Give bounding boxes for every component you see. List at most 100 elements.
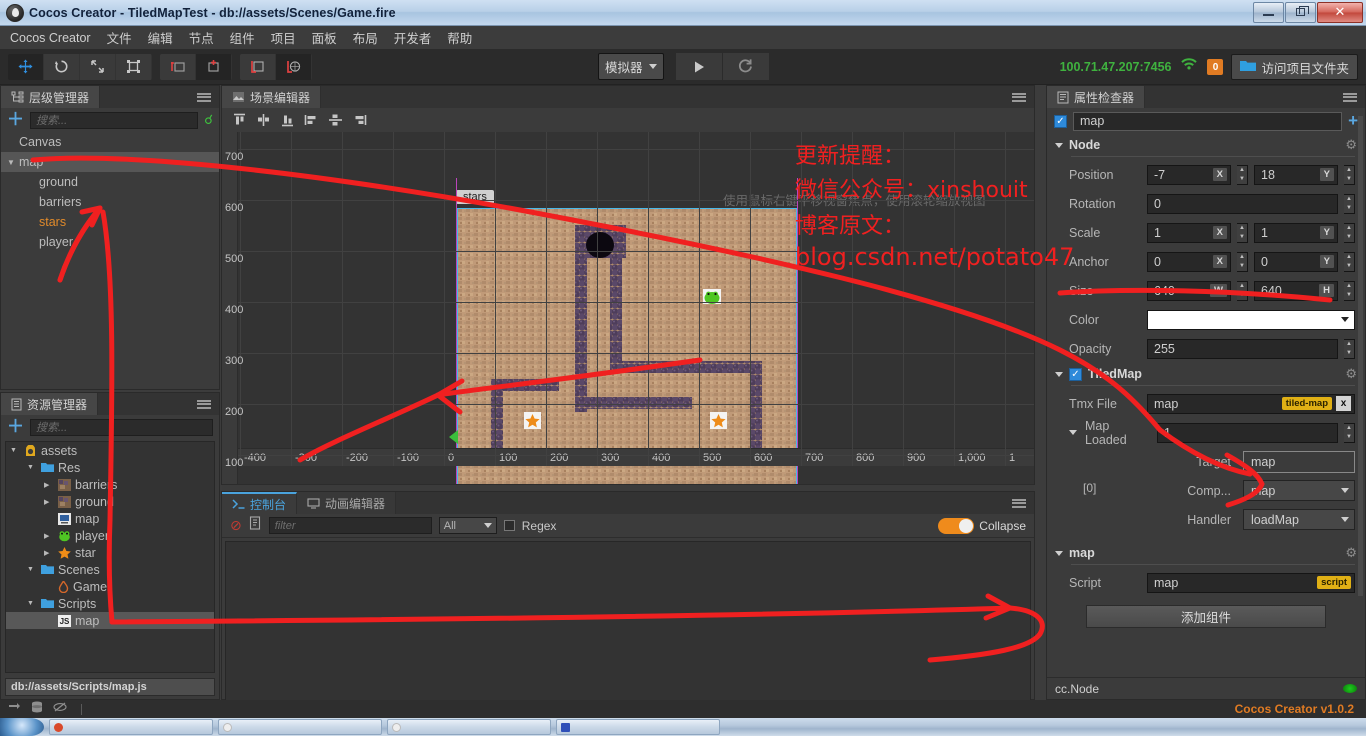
asset-node-player[interactable]: ▶ player xyxy=(6,527,214,544)
property-field-y[interactable]: 18 Y xyxy=(1254,164,1338,185)
asset-node-Scenes[interactable]: ▼ Scenes xyxy=(6,561,214,578)
property-field-x[interactable]: 640 W xyxy=(1147,280,1231,301)
minimize-button[interactable] xyxy=(1253,1,1284,23)
chevron-down-icon[interactable]: ▼ xyxy=(27,600,37,607)
center-tool-icon[interactable] xyxy=(196,53,231,80)
chevron-right-icon[interactable]: ▶ xyxy=(44,532,54,540)
collapse-toggle[interactable] xyxy=(938,517,975,534)
console-log-area[interactable] xyxy=(225,541,1031,701)
script-section-header[interactable]: map ⚙ xyxy=(1047,542,1365,564)
message-count-badge[interactable]: 0 xyxy=(1207,59,1224,75)
align-top-icon[interactable] xyxy=(228,111,250,129)
property-stepper-x[interactable]: ▲ ▼ xyxy=(1237,222,1248,243)
hierarchy-search-input[interactable]: 搜索... xyxy=(30,111,199,129)
console-level-dropdown[interactable]: All xyxy=(438,517,497,534)
menu-item-panel[interactable]: 面板 xyxy=(304,26,345,49)
asset-node-star[interactable]: ▶ star xyxy=(6,544,214,561)
align-center-v-icon[interactable] xyxy=(324,111,346,129)
align-right-icon[interactable] xyxy=(348,111,370,129)
property-stepper[interactable]: ▲ ▼ xyxy=(1344,193,1355,214)
asset-node-Scripts[interactable]: ▼ Scripts xyxy=(6,595,214,612)
tiledmap-section-header[interactable]: ✓ TiledMap ⚙ xyxy=(1047,363,1365,385)
color-swatch[interactable] xyxy=(1147,309,1355,330)
taskbar-item[interactable] xyxy=(49,719,213,735)
scene-canvas[interactable]: stars 使用鼠标右键平移视窗焦点，使用滚轮缩放视图 -400 -300 -2… xyxy=(238,132,1034,484)
local-coord-tool-icon[interactable] xyxy=(240,53,275,80)
property-stepper-x[interactable]: ▲ ▼ xyxy=(1237,251,1248,272)
hierarchy-node-barriers[interactable]: barriers xyxy=(1,192,219,212)
gear-icon[interactable]: ⚙ xyxy=(1345,545,1357,561)
hide-icon[interactable] xyxy=(53,700,67,718)
align-bottom-icon[interactable] xyxy=(276,111,298,129)
tab-hierarchy[interactable]: 层级管理器 xyxy=(1,86,101,108)
taskbar-item[interactable] xyxy=(556,719,720,735)
chevron-down-icon[interactable]: ▼ xyxy=(27,464,37,471)
add-asset-button[interactable]: ＋ xyxy=(7,418,24,435)
move-tool-icon[interactable] xyxy=(8,53,43,80)
scale-tool-icon[interactable] xyxy=(80,53,115,80)
chevron-right-icon[interactable]: ▶ xyxy=(44,549,54,557)
align-middle-h-icon[interactable] xyxy=(252,111,274,129)
property-field-y[interactable]: 640 H xyxy=(1254,280,1338,301)
add-property-button[interactable]: + xyxy=(1348,112,1358,129)
property-stepper-y[interactable]: ▲ ▼ xyxy=(1344,251,1355,272)
tab-animation-editor[interactable]: 动画编辑器 xyxy=(297,492,397,514)
taskbar-item[interactable] xyxy=(387,719,551,735)
add-node-button[interactable]: ＋ xyxy=(7,111,24,128)
asset-node-assets[interactable]: ▼ assets xyxy=(6,442,214,459)
visibility-icon[interactable] xyxy=(1343,684,1357,693)
menu-item-project[interactable]: 项目 xyxy=(263,26,304,49)
gear-icon[interactable]: ⚙ xyxy=(1345,137,1357,153)
target-field[interactable]: map xyxy=(1243,450,1355,473)
property-field-x[interactable]: -7 X xyxy=(1147,164,1231,185)
play-button[interactable] xyxy=(675,53,722,80)
property-field[interactable]: 255 xyxy=(1147,338,1338,359)
hierarchy-node-ground[interactable]: ground xyxy=(1,172,219,192)
menu-item-developer[interactable]: 开发者 xyxy=(386,26,440,49)
property-field-x[interactable]: 1X xyxy=(1147,222,1231,243)
map-loaded-field[interactable]: 1 xyxy=(1157,422,1338,443)
link-icon[interactable]: ☌ xyxy=(204,112,213,128)
handler-dropdown[interactable]: loadMap xyxy=(1243,509,1355,530)
menu-item-node[interactable]: 节点 xyxy=(181,26,222,49)
chevron-down-icon[interactable]: ▼ xyxy=(7,158,19,167)
map-loaded-stepper[interactable]: ▲ ▼ xyxy=(1344,422,1355,443)
add-component-button[interactable]: 添加组件 xyxy=(1086,605,1326,628)
property-stepper-y[interactable]: ▲ ▼ xyxy=(1344,222,1355,243)
script-field[interactable]: map script xyxy=(1147,572,1355,593)
tiledmap-enabled-checkbox[interactable]: ✓ xyxy=(1069,367,1082,381)
rotate-tool-icon[interactable] xyxy=(44,53,79,80)
asset-node-map[interactable]: map xyxy=(6,510,214,527)
tab-console[interactable]: 控制台 xyxy=(222,492,298,514)
gear-icon[interactable]: ⚙ xyxy=(1345,366,1357,382)
component-dropdown[interactable]: map xyxy=(1243,480,1355,501)
asset-node-Res[interactable]: ▼ Res xyxy=(6,459,214,476)
menu-item-component[interactable]: 组件 xyxy=(222,26,263,49)
asset-node-Game[interactable]: Game xyxy=(6,578,214,595)
align-left-icon[interactable] xyxy=(300,111,322,129)
property-field-y[interactable]: 1Y xyxy=(1254,222,1338,243)
database-icon[interactable] xyxy=(31,700,43,718)
asset-node-map[interactable]: JS map xyxy=(6,612,214,629)
pivot-tool-icon[interactable] xyxy=(160,53,195,80)
chevron-down-icon[interactable]: ▼ xyxy=(27,566,37,573)
tmx-file-field[interactable]: map tiled-map x xyxy=(1147,393,1355,414)
chevron-right-icon[interactable]: ▶ xyxy=(44,498,54,506)
hierarchy-node-player[interactable]: player xyxy=(1,232,219,252)
node-enabled-checkbox[interactable]: ✓ xyxy=(1054,114,1067,128)
menu-item-cocos[interactable]: Cocos Creator xyxy=(8,29,99,47)
taskbar-item[interactable] xyxy=(218,719,382,735)
tab-assets[interactable]: 资源管理器 xyxy=(1,393,99,415)
assets-menu-button[interactable] xyxy=(189,393,219,415)
hierarchy-menu-button[interactable] xyxy=(189,86,219,108)
asset-node-ground[interactable]: ▶ ground xyxy=(6,493,214,510)
property-stepper-y[interactable]: ▲ ▼ xyxy=(1344,164,1355,185)
scene-viewport[interactable]: stars 使用鼠标右键平移视窗焦点，使用滚轮缩放视图 -400 -300 -2… xyxy=(222,132,1034,484)
node-name-input[interactable]: map xyxy=(1073,111,1343,131)
property-stepper-x[interactable]: ▲ ▼ xyxy=(1237,280,1248,301)
node-section-header[interactable]: Node ⚙ xyxy=(1047,134,1365,156)
open-project-folder-button[interactable]: 访问项目文件夹 xyxy=(1231,54,1358,80)
restore-button[interactable] xyxy=(1285,1,1316,23)
hierarchy-node-stars[interactable]: stars xyxy=(1,212,219,232)
export-log-icon[interactable] xyxy=(249,516,262,535)
